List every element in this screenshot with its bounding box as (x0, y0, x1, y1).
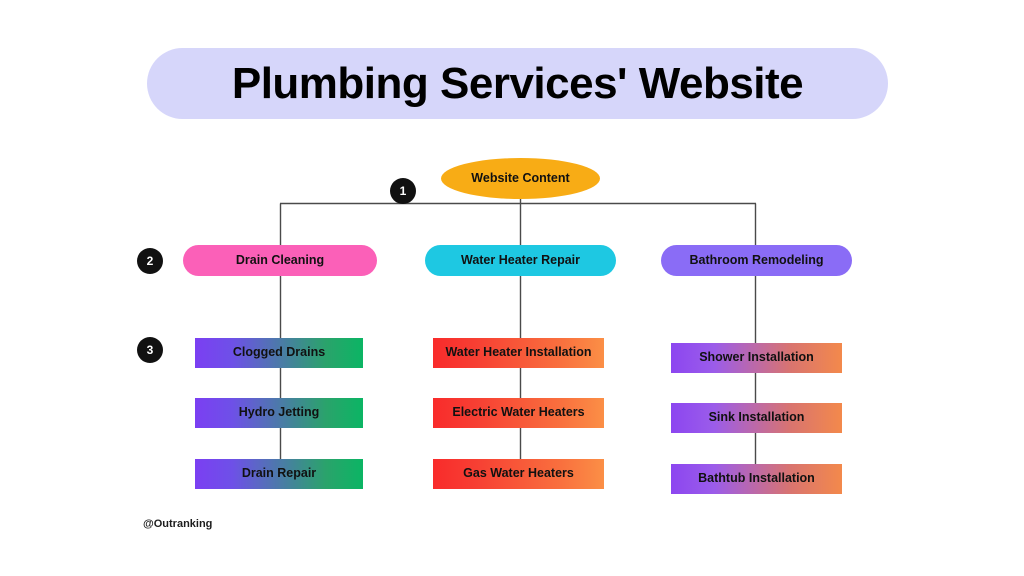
node-root-label: Website Content (471, 170, 570, 185)
node-branch-label: Drain Cleaning (235, 252, 325, 267)
node-leaf-label: Bathtub Installation (698, 471, 815, 486)
node-leaf-label: Hydro Jetting (238, 405, 320, 420)
node-leaf-hydro-jetting[interactable]: Hydro Jetting (195, 398, 363, 428)
node-leaf-label: Sink Installation (708, 410, 805, 425)
node-leaf-label: Gas Water Heaters (463, 466, 574, 481)
node-leaf-clogged-drains[interactable]: Clogged Drains (195, 338, 363, 368)
node-leaf-gas-water-heaters[interactable]: Gas Water Heaters (433, 459, 604, 489)
node-leaf-sink-installation[interactable]: Sink Installation (671, 403, 842, 433)
node-branch-label: Water Heater Repair (460, 252, 581, 267)
node-leaf-label: Drain Repair (241, 466, 317, 481)
watermark: @Outranking (143, 518, 213, 530)
node-leaf-label: Water Heater Installation (445, 345, 592, 360)
level-badge-2: 2 (137, 248, 163, 274)
node-leaf-bathtub-installation[interactable]: Bathtub Installation (671, 464, 842, 494)
node-leaf-drain-repair[interactable]: Drain Repair (195, 459, 363, 489)
node-leaf-label: Electric Water Heaters (452, 405, 585, 420)
node-branch-water-heater-repair[interactable]: Water Heater Repair (425, 245, 616, 276)
node-branch-label: Bathroom Remodeling (689, 252, 824, 267)
node-branch-bathroom-remodeling[interactable]: Bathroom Remodeling (661, 245, 852, 276)
node-branch-drain-cleaning[interactable]: Drain Cleaning (183, 245, 377, 276)
level-badge-3: 3 (137, 337, 163, 363)
node-leaf-label: Clogged Drains (232, 345, 326, 360)
node-leaf-shower-installation[interactable]: Shower Installation (671, 343, 842, 373)
node-leaf-water-heater-installation[interactable]: Water Heater Installation (433, 338, 604, 368)
diagram-canvas: Plumbing Services' Website Website Conte… (0, 0, 1024, 576)
node-leaf-label: Shower Installation (699, 350, 814, 365)
node-root[interactable]: Website Content (441, 158, 600, 199)
connector-lines (279, 199, 757, 494)
node-leaf-electric-water-heaters[interactable]: Electric Water Heaters (433, 398, 604, 428)
level-badge-1: 1 (390, 178, 416, 204)
